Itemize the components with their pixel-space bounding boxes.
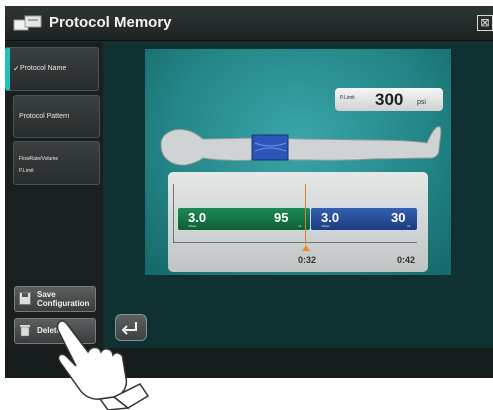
- timeline-axis: [173, 242, 417, 243]
- check-icon: ✓: [13, 64, 20, 73]
- phase-1-rate-unit: ml/sec: [188, 224, 197, 228]
- title-bar: Protocol Memory ⊠: [5, 6, 493, 41]
- pressure-limit-label: P.Limit: [340, 95, 355, 101]
- end-time: 0:42: [397, 255, 416, 265]
- sidebar-item-label: FlowRate/Volume: [19, 156, 59, 162]
- phase-2-rate-unit: ml/sec: [321, 224, 330, 228]
- sidebar-item-label: Protocol Name: [20, 65, 67, 72]
- phase-1-rate: 3.0: [188, 210, 207, 225]
- pointing-hand-icon: [56, 320, 150, 410]
- patient-body-icon: [160, 126, 442, 166]
- sidebar-item-protocol-pattern[interactable]: Protocol Pattern: [13, 95, 100, 138]
- sidebar-item-flowrate-volume[interactable]: FlowRate/Volume P.Limit: [13, 141, 100, 185]
- protocol-memory-icon: [13, 15, 42, 31]
- pressure-limit-value: 300: [375, 90, 404, 109]
- window-title: Protocol Memory: [49, 14, 172, 31]
- marker-time: 0:32: [298, 255, 317, 265]
- phase-1-volume-unit: ml: [298, 224, 302, 228]
- phase-2-bar[interactable]: 3.0 ml/sec 30 ml: [310, 207, 418, 231]
- pressure-limit-box[interactable]: P.Limit 300 psi: [335, 88, 443, 111]
- pressure-limit-unit: psi: [417, 99, 426, 106]
- phase-1-bar[interactable]: 3.0 ml/sec 95 ml: [177, 207, 311, 231]
- timeline-axis-vertical: [173, 184, 174, 243]
- sidebar-item-sublabel: P.Limit: [19, 168, 34, 174]
- time-marker-line: [305, 184, 306, 244]
- phase-2-volume-unit: ml: [407, 224, 411, 228]
- injection-timeline: 3.0 ml/sec 95 ml 3.0 ml/sec 30 ml 0:32 0…: [168, 172, 428, 272]
- phase-1-volume: 95: [274, 210, 289, 225]
- save-label-line1: Save: [37, 290, 56, 299]
- phase-2-rate: 3.0: [321, 210, 340, 225]
- phase-2-volume: 30: [391, 210, 406, 225]
- close-icon[interactable]: ⊠: [477, 15, 493, 31]
- sidebar-item-protocol-name[interactable]: ✓ Protocol Name: [5, 47, 99, 91]
- protocol-preview-panel: P.Limit 300 psi 3.0 ml/sec 95 ml 3.0 ml/…: [145, 49, 451, 275]
- time-marker-handle[interactable]: [302, 245, 310, 251]
- sidebar-item-label: Protocol Pattern: [19, 113, 70, 120]
